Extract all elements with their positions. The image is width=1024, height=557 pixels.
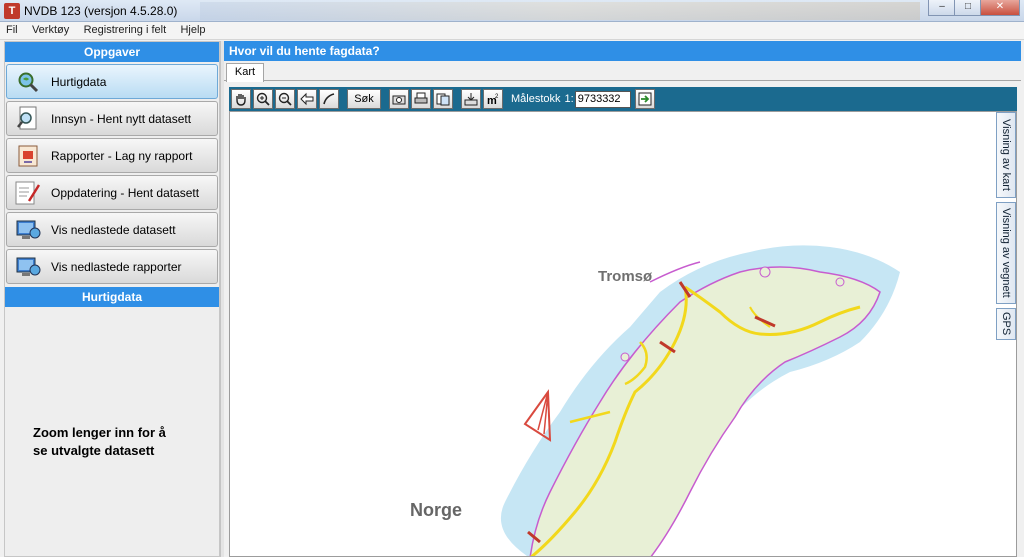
export-icon bbox=[464, 93, 478, 106]
task-label: Innsyn - Hent nytt datasett bbox=[51, 111, 192, 126]
zoom-out-button[interactable] bbox=[275, 89, 295, 109]
menu-field-registration[interactable]: Registrering i felt bbox=[78, 22, 172, 36]
pan-hand-button[interactable] bbox=[231, 89, 251, 109]
task-label: Oppdatering - Hent datasett bbox=[51, 185, 200, 200]
task-quickdata-button[interactable]: Hurtigdata bbox=[6, 64, 218, 99]
task-reports-button[interactable]: Rapporter - Lag ny rapport bbox=[6, 138, 218, 173]
quickdata-section-header: Hurtigdata bbox=[5, 287, 219, 307]
measure-icon bbox=[323, 93, 335, 105]
map-graphic bbox=[501, 245, 900, 556]
scale-label: Målestokk bbox=[511, 93, 561, 105]
computer-globe-icon bbox=[15, 254, 41, 280]
export-button[interactable] bbox=[461, 89, 481, 109]
menu-bar: Fil Verktøy Registrering i felt Hjelp bbox=[0, 22, 1024, 40]
background-taskbar-area bbox=[200, 2, 920, 20]
task-label: Hurtigdata bbox=[51, 74, 107, 89]
camera-icon bbox=[392, 95, 406, 105]
arrow-left-icon bbox=[300, 92, 314, 106]
task-label: Vis nedlastede rapporter bbox=[51, 259, 182, 274]
task-panel-header: Oppgaver bbox=[5, 42, 219, 62]
copy-icon bbox=[436, 93, 450, 106]
scale-prefix: 1: bbox=[564, 93, 574, 105]
maximize-button[interactable]: □ bbox=[954, 0, 982, 16]
zoom-in-button[interactable] bbox=[253, 89, 273, 109]
menu-tools[interactable]: Verktøy bbox=[26, 22, 74, 36]
window-title: NVDB 123 (versjon 4.5.28.0) bbox=[24, 4, 178, 18]
tab-map[interactable]: Kart bbox=[226, 63, 264, 82]
computer-globe-icon bbox=[15, 217, 41, 243]
task-update-button[interactable]: Oppdatering - Hent datasett bbox=[6, 175, 218, 210]
magnifier-globe-icon bbox=[15, 69, 41, 95]
zoom-info-text: Zoom lenger inn for å se utvalgte datase… bbox=[33, 425, 166, 458]
apply-scale-button[interactable] bbox=[634, 89, 655, 109]
map-panel: Hvor vil du hente fagdata? Kart Søk m2 M… bbox=[224, 41, 1021, 557]
hand-icon bbox=[236, 94, 246, 106]
edit-document-icon bbox=[15, 180, 41, 206]
screenshot-button[interactable] bbox=[389, 89, 409, 109]
map-label-country: Norge bbox=[410, 500, 463, 520]
copy-button[interactable] bbox=[433, 89, 453, 109]
zoom-out-icon bbox=[278, 92, 292, 106]
close-button[interactable]: ✕ bbox=[980, 0, 1020, 16]
measure-area-button[interactable]: m2 bbox=[483, 89, 503, 109]
document-search-icon bbox=[15, 106, 41, 132]
tab-gps[interactable]: GPS bbox=[996, 308, 1016, 340]
previous-view-button[interactable] bbox=[297, 89, 317, 109]
menu-help[interactable]: Hjelp bbox=[174, 22, 210, 36]
report-icon bbox=[15, 143, 41, 169]
printer-icon bbox=[414, 92, 428, 104]
zoom-in-icon bbox=[256, 92, 270, 106]
map-canvas[interactable]: Tromsø Norge Visning av kart Visning av … bbox=[229, 111, 1017, 557]
print-button[interactable] bbox=[411, 89, 431, 109]
svg-text:2: 2 bbox=[495, 94, 499, 100]
task-label: Vis nedlastede datasett bbox=[51, 222, 176, 237]
task-downloaded-reports-button[interactable]: Vis nedlastede rapporter bbox=[6, 249, 218, 284]
tab-bar: Kart bbox=[224, 61, 1021, 82]
map-toolbar: Søk m2 Målestokk 1: 9733332 bbox=[229, 87, 1017, 111]
map-panel-header: Hvor vil du hente fagdata? bbox=[224, 41, 1021, 61]
area-icon: m2 bbox=[487, 94, 499, 106]
tab-road-network-view[interactable]: Visning av vegnett bbox=[996, 202, 1016, 304]
task-label: Rapporter - Lag ny rapport bbox=[51, 148, 193, 163]
map-label-city: Tromsø bbox=[598, 268, 653, 285]
task-downloaded-datasets-button[interactable]: Vis nedlastede datasett bbox=[6, 212, 218, 247]
task-panel: Oppgaver Hurtigdata Innsyn - Hent nytt d… bbox=[4, 41, 220, 557]
measure-button[interactable] bbox=[319, 89, 339, 109]
title-bar: T NVDB 123 (versjon 4.5.28.0) – □ ✕ bbox=[0, 0, 1024, 22]
menu-file[interactable]: Fil bbox=[0, 22, 23, 36]
search-button[interactable]: Søk bbox=[347, 89, 381, 109]
minimize-button[interactable]: – bbox=[928, 0, 956, 16]
go-arrow-icon bbox=[638, 92, 652, 106]
task-view-dataset-button[interactable]: Innsyn - Hent nytt datasett bbox=[6, 101, 218, 136]
scale-input[interactable]: 9733332 bbox=[574, 90, 631, 108]
app-icon: T bbox=[4, 3, 20, 19]
tab-map-view[interactable]: Visning av kart bbox=[996, 112, 1016, 198]
